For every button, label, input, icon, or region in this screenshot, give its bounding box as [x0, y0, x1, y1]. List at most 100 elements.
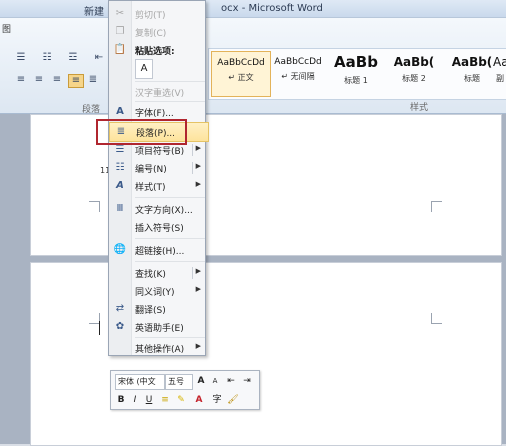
- menu-item-label: 汉字重选(V): [135, 89, 185, 99]
- hyperlink-icon: 🌐: [113, 244, 127, 255]
- numbering-icon: ☷: [115, 162, 125, 173]
- menu-item-paste-options: 📋 粘贴选项:: [109, 41, 207, 59]
- underline-button[interactable]: U: [143, 394, 155, 406]
- menu-split: [192, 144, 193, 156]
- font-size-select[interactable]: 五号: [165, 374, 193, 390]
- menu-item-numbering[interactable]: ☷ 编号(N) ▶: [109, 159, 207, 177]
- format-painter-icon[interactable]: 🖌: [227, 394, 239, 406]
- menu-item-label: 超链接(H)...: [135, 247, 185, 257]
- copy-icon: ❐: [115, 26, 125, 37]
- style-subtitle[interactable]: Aa 副: [493, 51, 506, 95]
- distributed-icon[interactable]: ≣: [86, 74, 100, 86]
- shrink-font-button[interactable]: A: [209, 375, 221, 387]
- menu-item-label: 编号(N): [135, 165, 167, 175]
- font-name-select[interactable]: 宋体 (中文: [115, 374, 165, 390]
- align-left-icon[interactable]: ≡: [14, 74, 28, 86]
- menu-item-text-direction[interactable]: Ⅲ 文字方向(X)...: [109, 200, 207, 218]
- text-cursor: [99, 321, 100, 335]
- menu-item-label: 样式(T): [135, 183, 166, 193]
- menu-item-label: 其他操作(A): [135, 345, 185, 355]
- bullets-icon[interactable]: ☰: [14, 52, 28, 64]
- highlight-color-icon[interactable]: ✎: [175, 394, 187, 406]
- styles-group-label: 样式: [410, 103, 429, 113]
- ribbon-tab-partial[interactable]: 图: [2, 22, 11, 35]
- document-page[interactable]: [30, 262, 502, 446]
- submenu-arrow-icon: ▶: [195, 267, 201, 275]
- multilevel-list-icon[interactable]: ☲: [66, 52, 80, 64]
- clipboard-icon: 📋: [113, 44, 127, 55]
- crop-mark: [431, 313, 442, 324]
- submenu-arrow-icon: ▶: [195, 285, 201, 293]
- mini-toolbar: 宋体 (中文 五号 A A ⇤ ⇥ B I U ≡ ✎ A 字 🖌: [110, 370, 260, 410]
- align-center-icon[interactable]: ≡: [32, 74, 46, 86]
- style-sample: AaBb: [334, 53, 378, 71]
- numbering-icon[interactable]: ☷: [40, 52, 54, 64]
- menu-item-label: 字体(F)...: [135, 109, 174, 119]
- crop-mark: [89, 201, 100, 212]
- font-icon: A: [116, 106, 124, 117]
- justify-icon[interactable]: ≡: [68, 74, 84, 88]
- menu-item-hanzi-reselect[interactable]: 汉字重选(V): [109, 83, 207, 101]
- crop-mark: [431, 201, 442, 212]
- submenu-arrow-icon: ▶: [195, 162, 201, 170]
- menu-item-styles[interactable]: A 样式(T) ▶: [109, 177, 207, 195]
- menu-split: [192, 267, 193, 279]
- italic-button[interactable]: I: [129, 394, 141, 406]
- menu-separator: [135, 101, 205, 102]
- ribbon: 图 ☰ ☷ ☲ ⇤ ≡ ≡ ≡ ≡ ≣ 段落 AaBbCcDd ↵ 正文 AaB…: [0, 18, 506, 115]
- context-menu: ✂ 剪切(T) ❐ 复制(C) 📋 粘贴选项: A 汉字重选(V) A 字体(F…: [108, 0, 209, 357]
- menu-separator: [135, 238, 205, 239]
- style-name: ↵ 无间隔: [281, 72, 315, 81]
- submenu-arrow-icon: ▶: [195, 144, 201, 152]
- align-right-icon[interactable]: ≡: [50, 74, 64, 86]
- menu-item-label: 翻译(S): [135, 306, 166, 316]
- menu-item-label: 同义词(Y): [135, 288, 175, 298]
- style-no-spacing[interactable]: AaBbCcDd ↵ 无间隔: [269, 51, 327, 95]
- menu-item-hyperlink[interactable]: 🌐 超链接(H)...: [109, 241, 207, 259]
- menu-item-cut[interactable]: ✂ 剪切(T): [109, 5, 207, 23]
- phonetic-guide-icon[interactable]: 字: [211, 394, 223, 406]
- style-normal[interactable]: AaBbCcDd ↵ 正文: [211, 51, 271, 97]
- styles-icon: A: [116, 180, 124, 191]
- paste-keep-text-icon[interactable]: A: [135, 59, 153, 79]
- menu-item-translate[interactable]: ⇄ 翻译(S): [109, 300, 207, 318]
- style-name: 标题 2: [402, 74, 426, 83]
- text-direction-icon: Ⅲ: [116, 203, 124, 214]
- menu-separator: [135, 197, 205, 198]
- menu-separator: [135, 81, 205, 82]
- style-sample: AaBbCcDd: [274, 57, 322, 67]
- scissors-icon: ✂: [115, 8, 125, 19]
- style-heading-2[interactable]: AaBb( 标题 2: [385, 51, 443, 95]
- decrease-indent-icon[interactable]: ⇤: [225, 375, 237, 387]
- style-name: ↵ 正文: [228, 73, 254, 82]
- submenu-arrow-icon: ▶: [195, 180, 201, 188]
- menu-item-copy[interactable]: ❐ 复制(C): [109, 23, 207, 41]
- style-gallery: AaBbCcDd ↵ 正文 AaBbCcDd ↵ 无间隔 AaBb 标题 1 A…: [208, 48, 506, 100]
- font-color-button[interactable]: A: [193, 394, 205, 406]
- menu-item-label: 文字方向(X)...: [135, 206, 193, 216]
- menu-item-other-actions[interactable]: 其他操作(A) ▶: [109, 339, 207, 357]
- menu-item-label: 粘贴选项:: [135, 47, 175, 57]
- menu-item-insert-symbol[interactable]: 插入符号(S): [109, 218, 207, 236]
- increase-indent-icon[interactable]: ⇥: [241, 375, 253, 387]
- menu-separator: [135, 337, 205, 338]
- menu-item-label: 项目符号(B): [135, 147, 185, 157]
- style-sample: AaBb(: [393, 55, 435, 69]
- menu-item-label: 插入符号(S): [135, 224, 184, 234]
- menu-item-lookup[interactable]: 查找(K) ▶: [109, 264, 207, 282]
- bullets-icon: ☰: [115, 144, 125, 155]
- window-title-left: 新建: [84, 7, 104, 18]
- title-bar: 新建 ocx - Microsoft Word: [0, 0, 506, 18]
- style-name: 标题 1: [344, 76, 368, 85]
- decrease-indent-icon[interactable]: ⇤: [92, 52, 106, 64]
- menu-separator: [135, 261, 205, 262]
- menu-item-synonyms[interactable]: 同义词(Y) ▶: [109, 282, 207, 300]
- bold-button[interactable]: B: [115, 394, 127, 406]
- menu-item-label: 复制(C): [135, 29, 167, 39]
- translate-icon: ⇄: [115, 303, 125, 314]
- style-heading-1[interactable]: AaBb 标题 1: [327, 51, 385, 95]
- english-assistant-icon: ✿: [115, 321, 125, 332]
- center-align-icon[interactable]: ≡: [159, 394, 171, 406]
- menu-item-english-assistant[interactable]: ✿ 英语助手(E): [109, 318, 207, 336]
- grow-font-button[interactable]: A: [195, 375, 207, 387]
